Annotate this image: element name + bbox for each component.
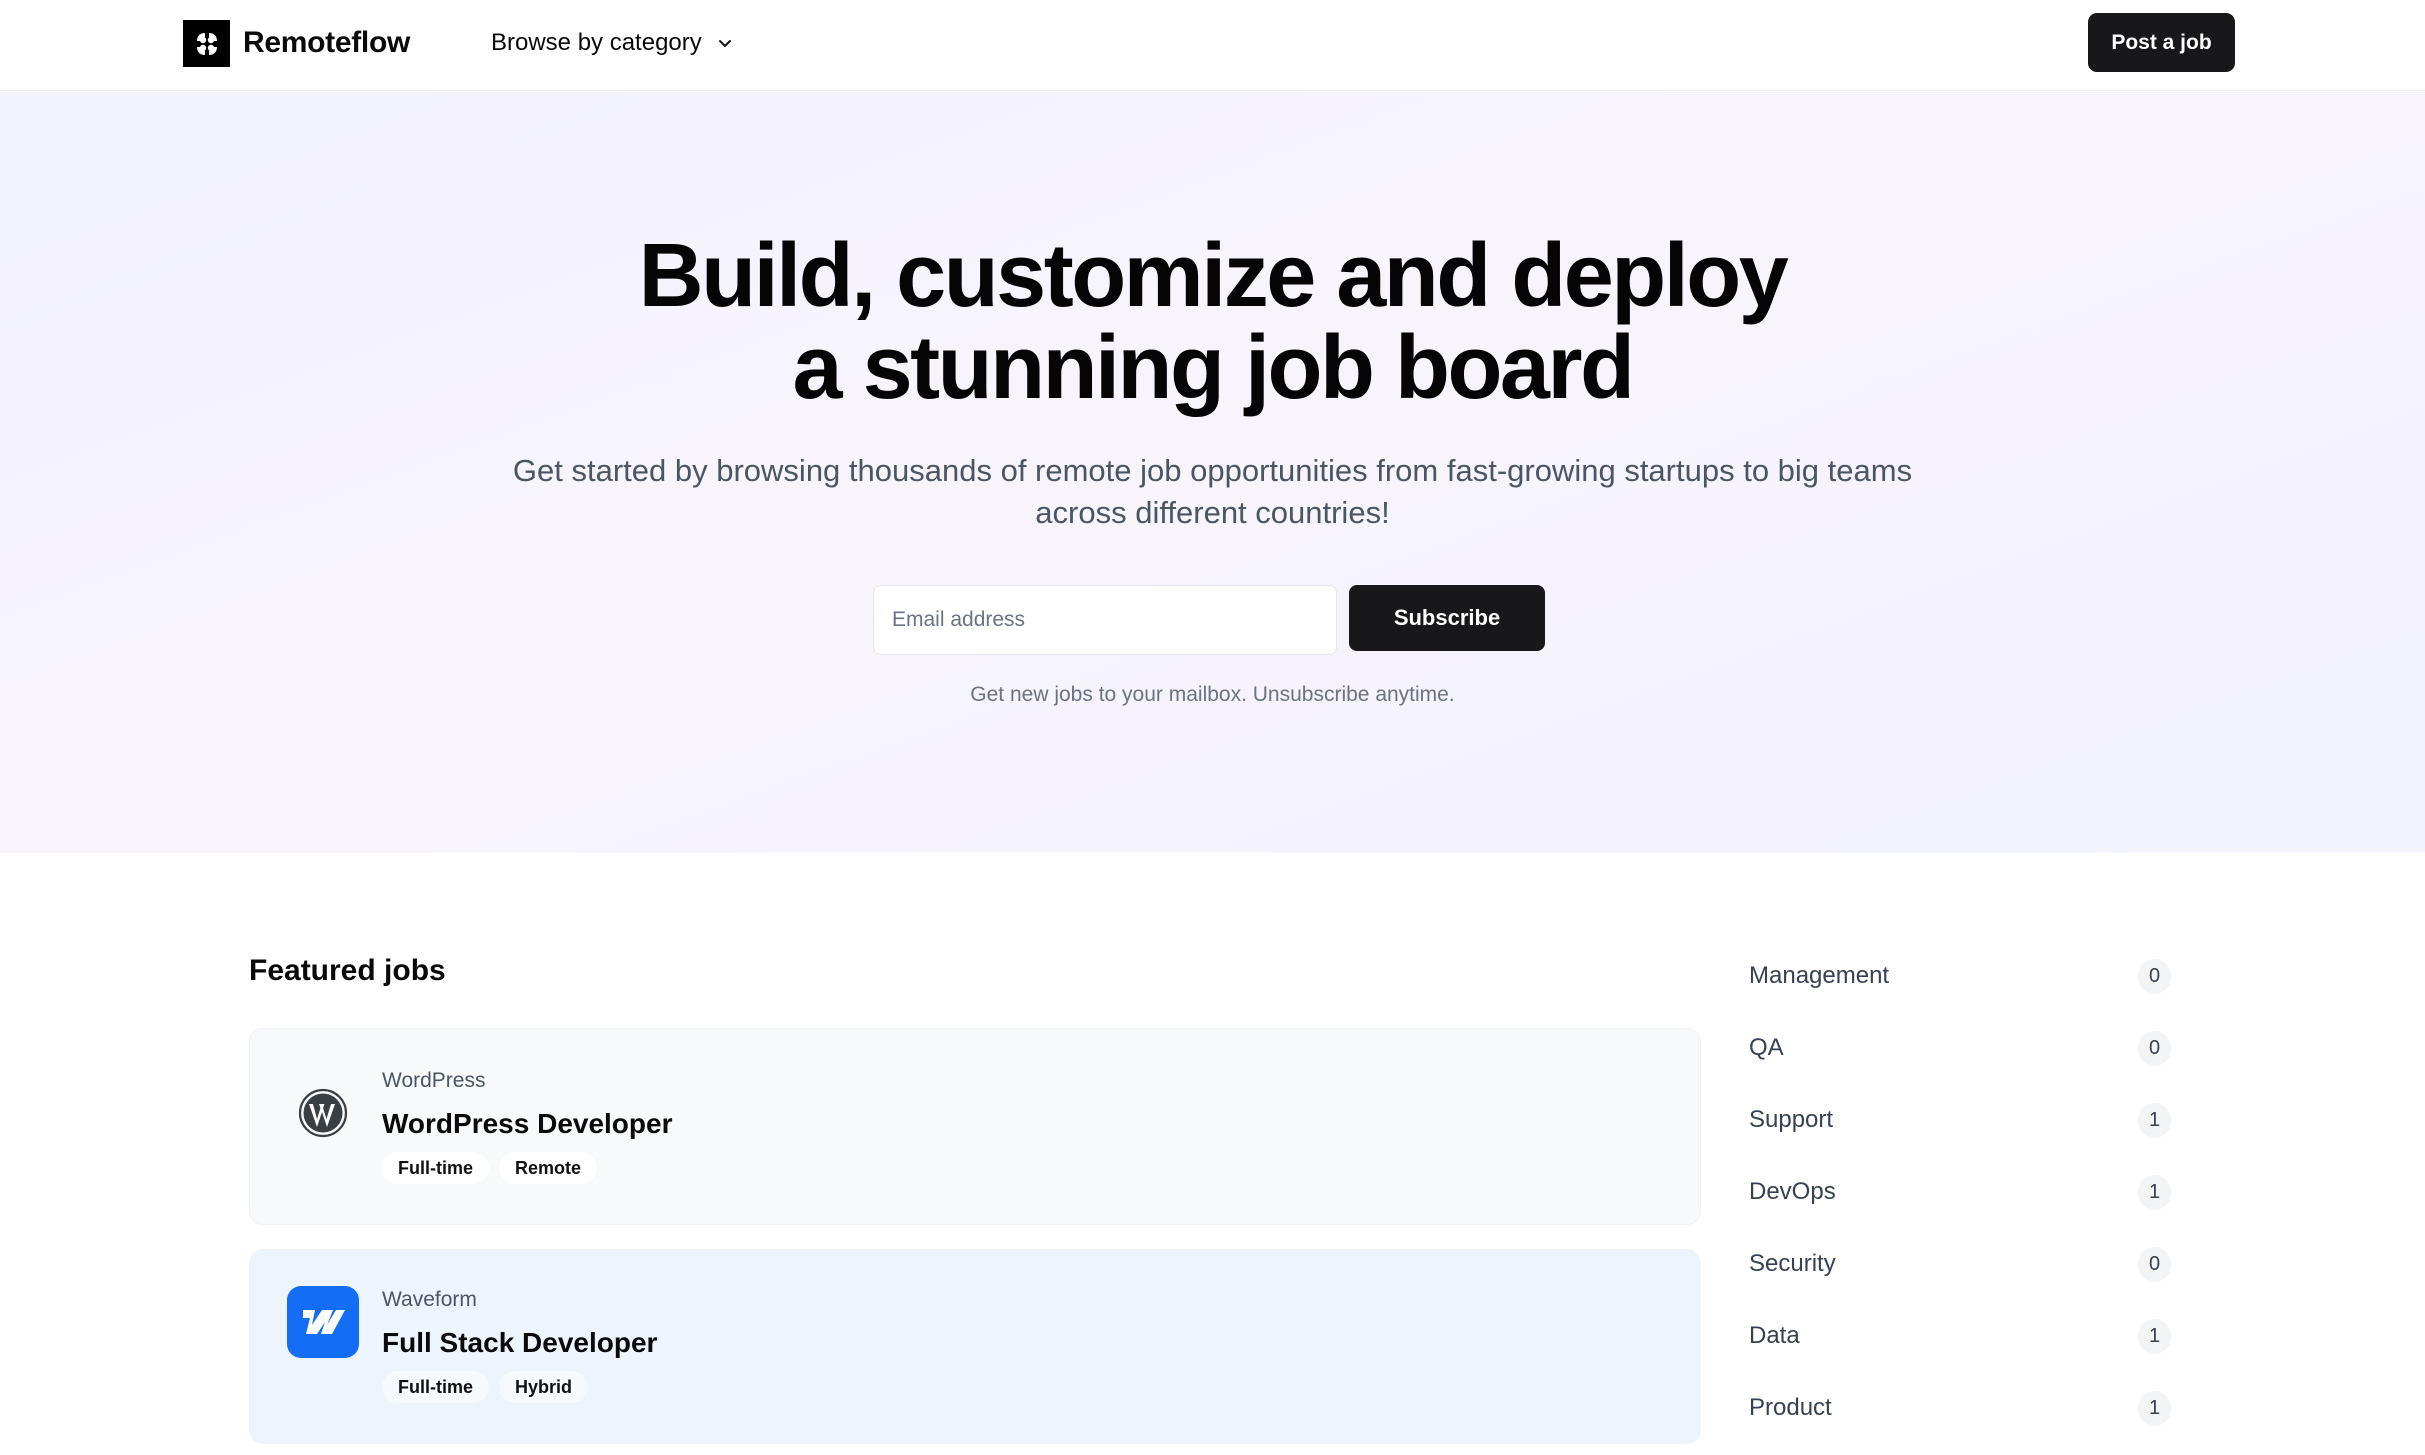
category-count-badge: 1 [2138,1318,2171,1354]
hero-section: Build, customize and deploy a stunning j… [0,92,2425,853]
job-tags: Full-time Hybrid [382,1371,589,1403]
category-item-support[interactable]: Support 1 [1749,1084,2171,1156]
hero-title-line-1: Build, customize and deploy [638,226,1789,326]
category-label: DevOps [1749,1178,1836,1205]
top-navbar: Remoteflow Browse by category Post a job [0,0,2425,91]
webflow-logo-icon [303,1310,345,1334]
featured-jobs-heading: Featured jobs [249,954,446,987]
company-name: Waveform [382,1288,477,1311]
category-list: Management 0 QA 0 Support 1 DevOps 1 Sec… [1749,940,2171,1444]
hero-subtitle: Get started by browsing thousands of rem… [512,453,1913,530]
chevron-down-icon [718,40,731,47]
brand-logo[interactable] [183,20,230,67]
hero-title: Build, customize and deploy a stunning j… [0,230,2425,414]
category-count-badge: 1 [2138,1102,2171,1138]
job-tags: Full-time Remote [382,1152,598,1184]
category-item-data[interactable]: Data 1 [1749,1300,2171,1372]
category-label: Security [1749,1250,1836,1277]
company-name: WordPress [382,1069,486,1092]
browse-by-category-dropdown[interactable]: Browse by category [491,24,734,62]
location-tag: Remote [499,1152,598,1184]
job-type-tag: Full-time [382,1371,489,1403]
hero-title-line-2: a stunning job board [792,318,1635,418]
category-label: Support [1749,1106,1834,1133]
category-count-badge: 0 [2138,1246,2171,1282]
job-card[interactable]: WordPress WordPress Developer Full-time … [249,1028,1701,1225]
post-a-job-button[interactable]: Post a job [2088,13,2235,72]
category-item-qa[interactable]: QA 0 [1749,1012,2171,1084]
company-logo [287,1286,359,1358]
wordpress-logo-icon [298,1088,348,1138]
subscribe-button[interactable]: Subscribe [1349,585,1545,651]
browse-label: Browse by category [491,29,702,56]
subscribe-helper-text: Get new jobs to your mailbox. Unsubscrib… [970,683,1455,706]
category-count-badge: 0 [2138,1030,2171,1066]
category-label: Management [1749,962,1890,989]
category-item-product[interactable]: Product 1 [1749,1372,2171,1444]
job-title[interactable]: WordPress Developer [382,1105,673,1143]
category-item-management[interactable]: Management 0 [1749,940,2171,1012]
category-label: Product [1749,1394,1832,1421]
category-item-security[interactable]: Security 0 [1749,1228,2171,1300]
category-count-badge: 1 [2138,1390,2171,1426]
job-card[interactable]: Waveform Full Stack Developer Full-time … [249,1249,1701,1444]
category-count-badge: 1 [2138,1174,2171,1210]
category-label: QA [1749,1034,1784,1061]
flower-logo-icon [196,32,217,55]
email-input[interactable] [873,585,1337,655]
company-logo [287,1077,359,1149]
job-type-tag: Full-time [382,1152,489,1184]
job-title[interactable]: Full Stack Developer [382,1324,657,1362]
location-tag: Hybrid [499,1371,589,1403]
category-item-devops[interactable]: DevOps 1 [1749,1156,2171,1228]
category-label: Data [1749,1322,1800,1349]
brand-name[interactable]: Remoteflow [243,22,410,64]
category-count-badge: 0 [2138,958,2171,994]
